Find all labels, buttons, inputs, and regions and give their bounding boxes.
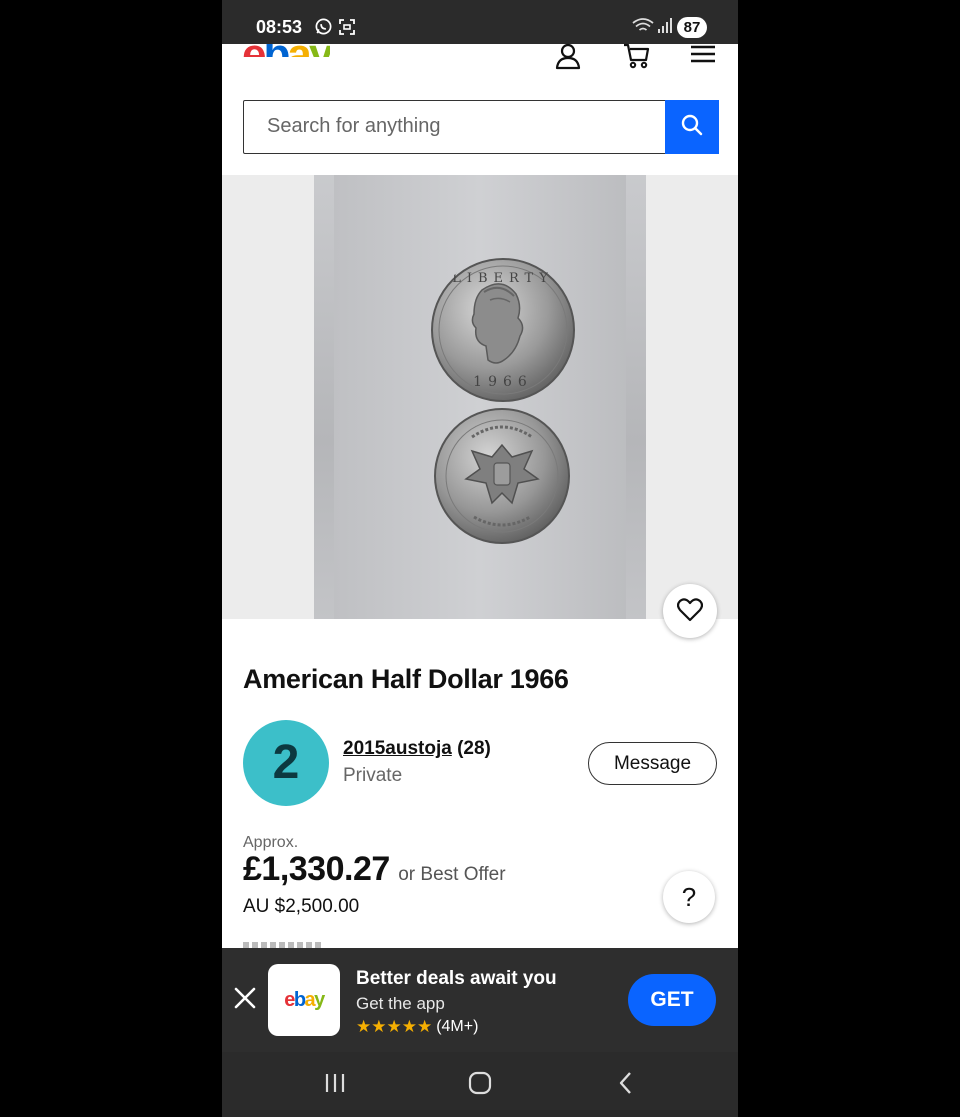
get-app-button[interactable]: GET — [628, 974, 716, 1026]
nav-back-button[interactable] — [614, 1070, 640, 1099]
seller-avatar[interactable]: 2 — [243, 720, 329, 806]
phone-screen: 08:53 87 ebay — [222, 0, 738, 1117]
svg-text:LIBERTY: LIBERTY — [452, 271, 554, 286]
seller-info: 2015austoja (28) — [343, 738, 491, 760]
best-offer-label: or Best Offer — [398, 864, 506, 885]
system-nav-bar — [222, 1052, 738, 1117]
app-install-banner: ebay Better deals await you Get the app … — [222, 948, 738, 1052]
search-icon — [680, 113, 704, 140]
price-amount: £1,330.27 — [243, 850, 390, 888]
app-rating: ★★★★★ (4M+) — [356, 1017, 478, 1037]
coin-reverse-image — [434, 408, 570, 544]
logo-letter: a — [287, 44, 312, 57]
search-button[interactable] — [664, 99, 719, 154]
cart-icon[interactable] — [623, 42, 651, 75]
truncated-content — [243, 940, 323, 948]
logo-letter: b — [263, 44, 290, 57]
seller-type: Private — [343, 765, 403, 786]
star-rating-icon: ★★★★★ — [356, 1017, 433, 1036]
signal-icon — [658, 18, 672, 39]
wifi-icon — [632, 18, 654, 39]
status-time: 08:53 — [256, 17, 303, 37]
price-row: £1,330.27 or Best Offer — [243, 850, 506, 889]
logo-letter: y — [309, 44, 330, 57]
heart-icon — [676, 597, 704, 625]
battery-indicator: 87 — [677, 17, 707, 38]
nav-home-icon — [467, 1071, 493, 1099]
search-input[interactable] — [244, 101, 664, 152]
ebay-logo[interactable]: ebay — [242, 44, 342, 74]
item-photo[interactable]: 1966 LIBERTY — [314, 175, 646, 619]
close-icon — [234, 987, 256, 1012]
app-icon-letter: a — [304, 988, 316, 1011]
nav-home-button[interactable] — [467, 1070, 493, 1099]
add-to-watchlist-button[interactable] — [663, 584, 717, 638]
whatsapp-icon — [314, 17, 333, 41]
banner-title: Better deals await you — [356, 968, 557, 989]
banner-subtitle: Get the app — [356, 994, 445, 1013]
status-bar: 08:53 87 — [222, 0, 738, 44]
help-button[interactable]: ? — [663, 871, 715, 923]
ebay-app-icon: ebay — [268, 964, 340, 1036]
svg-text:1966: 1966 — [473, 374, 533, 390]
menu-icon[interactable] — [689, 42, 717, 75]
image-gallery[interactable]: 1966 LIBERTY — [222, 175, 738, 619]
original-price: AU $2,500.00 — [243, 896, 360, 917]
nav-recents-icon — [322, 1074, 348, 1099]
rating-count: (4M+) — [436, 1018, 479, 1035]
seller-feedback-score: (28) — [457, 738, 491, 759]
item-title: American Half Dollar 1966 — [243, 664, 569, 694]
nav-back-icon — [614, 1072, 640, 1099]
app-icon-letter: b — [293, 988, 306, 1011]
nav-recents-button[interactable] — [322, 1070, 348, 1099]
header: ebay — [222, 42, 738, 89]
app-icon-letter: e — [284, 988, 295, 1011]
search-bar — [243, 99, 719, 154]
screenshot-icon — [338, 18, 356, 41]
user-icon[interactable] — [554, 42, 582, 75]
coin-obverse-image: 1966 LIBERTY — [431, 258, 575, 402]
app-icon-letter: y — [314, 988, 325, 1011]
seller-name-link[interactable]: 2015austoja — [343, 738, 452, 759]
close-banner-button[interactable] — [232, 986, 258, 1012]
message-seller-button[interactable]: Message — [588, 742, 717, 785]
logo-letter: e — [242, 44, 267, 57]
